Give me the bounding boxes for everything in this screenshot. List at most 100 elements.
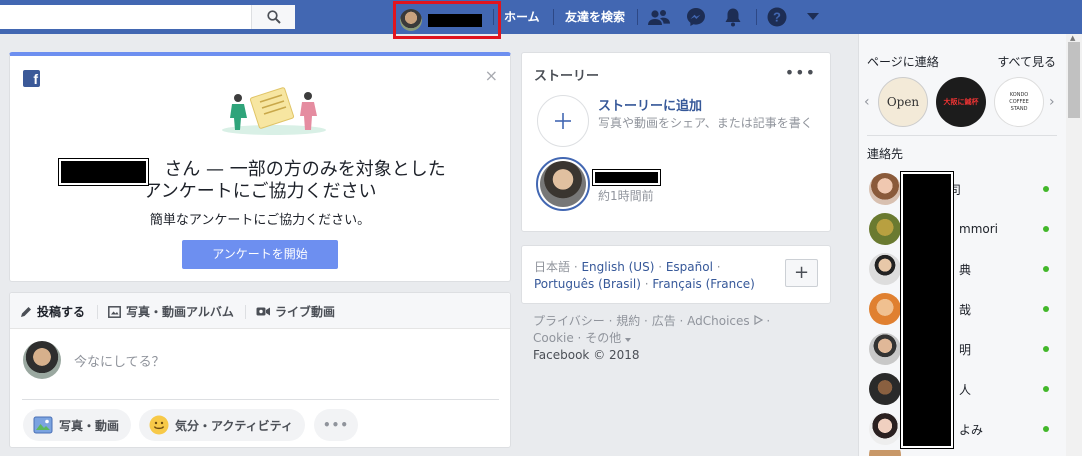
- survey-subtitle: 簡単なアンケートにご協力ください。: [149, 213, 371, 228]
- story-thumbnail[interactable]: [536, 157, 590, 211]
- stories-title: ストーリー: [534, 69, 600, 84]
- redacted-user-name: [58, 158, 149, 186]
- more-options-icon[interactable]: •••: [785, 63, 816, 82]
- add-story-description: 写真や動画をシェア、または記事を書く: [598, 116, 813, 130]
- chevron-down-icon: [625, 338, 632, 342]
- see-all-link[interactable]: すべて見る: [997, 53, 1056, 70]
- dropdown-icon: [807, 13, 819, 20]
- online-status-dot: [1043, 186, 1049, 192]
- chevron-right-icon[interactable]: ›: [1049, 94, 1055, 110]
- online-status-dot: [1043, 426, 1049, 432]
- divider: [867, 135, 1057, 136]
- smiley-icon: [149, 415, 169, 435]
- more-link[interactable]: その他: [585, 331, 621, 345]
- feeling-activity-button[interactable]: 気分・アクティビティ: [139, 409, 305, 441]
- contact-item[interactable]: 典: [869, 252, 1059, 286]
- contact-name: 哉: [959, 302, 972, 317]
- notifications-button[interactable]: [722, 7, 744, 27]
- pencil-icon: [21, 306, 31, 317]
- page-name: 大阪に鍼杯: [943, 98, 979, 106]
- avatar: [869, 253, 901, 285]
- terms-link[interactable]: 規約: [616, 314, 640, 328]
- online-status-dot: [1043, 266, 1049, 272]
- bell-icon: [725, 8, 741, 27]
- tab-live-video[interactable]: ライブ動画: [256, 303, 335, 320]
- language-link[interactable]: Español: [666, 260, 713, 274]
- language-card: 日本語 · English (US) · Español · Português…: [521, 245, 831, 304]
- status-input[interactable]: 今なにしてる？: [74, 351, 165, 370]
- contact-item[interactable]: 司: [869, 172, 1059, 206]
- language-link[interactable]: Français (France): [652, 277, 755, 291]
- contact-item[interactable]: 哉: [869, 292, 1059, 326]
- ads-link[interactable]: 広告: [652, 314, 676, 328]
- add-story-button[interactable]: [537, 95, 589, 147]
- nav-divider: [637, 9, 638, 25]
- contact-item[interactable]: 明: [869, 332, 1059, 366]
- home-link[interactable]: ホーム: [504, 9, 540, 25]
- help-icon: ?: [767, 7, 787, 27]
- profile-link[interactable]: [393, 1, 501, 39]
- find-friends-link[interactable]: 友達を検索: [565, 9, 625, 25]
- messenger-button[interactable]: [685, 7, 707, 27]
- tab-photo-album[interactable]: 写真・動画アルバム: [108, 303, 234, 320]
- search-input[interactable]: [0, 5, 240, 29]
- language-link[interactable]: Português (Brasil): [534, 277, 641, 291]
- contact-item[interactable]: よみ: [869, 412, 1059, 446]
- friend-requests-button[interactable]: [648, 7, 670, 27]
- search-box[interactable]: [0, 5, 295, 29]
- svg-text:?: ?: [773, 10, 781, 25]
- contact-name: mmori: [959, 222, 998, 236]
- tab-divider: [97, 305, 98, 319]
- contact-name: よみ: [959, 422, 984, 437]
- adchoices-link[interactable]: AdChoices: [687, 314, 750, 328]
- album-icon: [108, 305, 121, 318]
- language-link[interactable]: English (US): [581, 260, 654, 274]
- contact-item[interactable]: [869, 450, 1059, 456]
- messenger-icon: [687, 8, 705, 26]
- scroll-up-icon[interactable]: ▲: [1070, 34, 1075, 42]
- add-language-button[interactable]: +: [785, 259, 818, 287]
- page-thumbnail[interactable]: Open: [878, 77, 928, 127]
- help-button[interactable]: ?: [766, 7, 788, 27]
- contact-name: 人: [959, 382, 972, 397]
- facebook-logo-icon: f: [23, 70, 40, 87]
- avatar: [23, 341, 61, 379]
- add-story-link[interactable]: ストーリーに追加: [598, 95, 702, 114]
- start-survey-button[interactable]: アンケートを開始: [182, 240, 338, 269]
- page-thumbnail[interactable]: KONDO COFFEE STAND: [994, 77, 1044, 127]
- avatar: [869, 173, 901, 205]
- contact-name: 典: [959, 262, 972, 277]
- contact-item[interactable]: 人: [869, 372, 1059, 406]
- feeling-activity-label: 気分・アクティビティ: [175, 418, 293, 433]
- survey-illustration: [222, 87, 326, 135]
- redacted-story-author: [592, 169, 661, 186]
- online-status-dot: [1043, 306, 1049, 312]
- contact-name: 明: [959, 342, 972, 357]
- contact-item[interactable]: mmori: [869, 212, 1059, 246]
- page-thumbnail[interactable]: 大阪に鍼杯: [936, 77, 986, 127]
- current-language: 日本語: [534, 260, 571, 274]
- survey-card: f × さん — 一部の方のみを対象とした アンケートにご協力ください 簡単なア…: [9, 52, 511, 282]
- scrollbar-thumb[interactable]: [1068, 42, 1080, 118]
- photo-icon: [33, 416, 53, 434]
- tab-divider: [245, 305, 246, 319]
- photo-video-button[interactable]: 写真・動画: [23, 409, 132, 441]
- avatar: [400, 9, 422, 31]
- page-name: KONDO COFFEE STAND: [1009, 91, 1029, 112]
- avatar: [869, 293, 901, 325]
- avatar: [869, 213, 901, 245]
- search-button[interactable]: [251, 5, 295, 29]
- composer-tabs: 投稿する 写真・動画アルバム ライブ動画: [10, 293, 510, 329]
- more-options-button[interactable]: •••: [314, 409, 358, 441]
- close-icon[interactable]: ×: [485, 66, 498, 85]
- scrollbar[interactable]: ▲: [1066, 34, 1082, 456]
- chevron-left-icon[interactable]: ‹: [864, 94, 870, 110]
- privacy-link[interactable]: プライバシー: [533, 314, 605, 328]
- cookie-link[interactable]: Cookie: [533, 331, 574, 345]
- tab-create-post[interactable]: 投稿する: [20, 303, 85, 320]
- account-menu-button[interactable]: [802, 7, 824, 27]
- top-navigation-bar: ホーム 友達を検索 ?: [0, 0, 1082, 39]
- tab-label: 投稿する: [37, 305, 86, 319]
- stories-card: ストーリー ••• ストーリーに追加 写真や動画をシェア、または記事を書く 約1…: [521, 52, 831, 232]
- redacted-contact-names: [900, 171, 954, 449]
